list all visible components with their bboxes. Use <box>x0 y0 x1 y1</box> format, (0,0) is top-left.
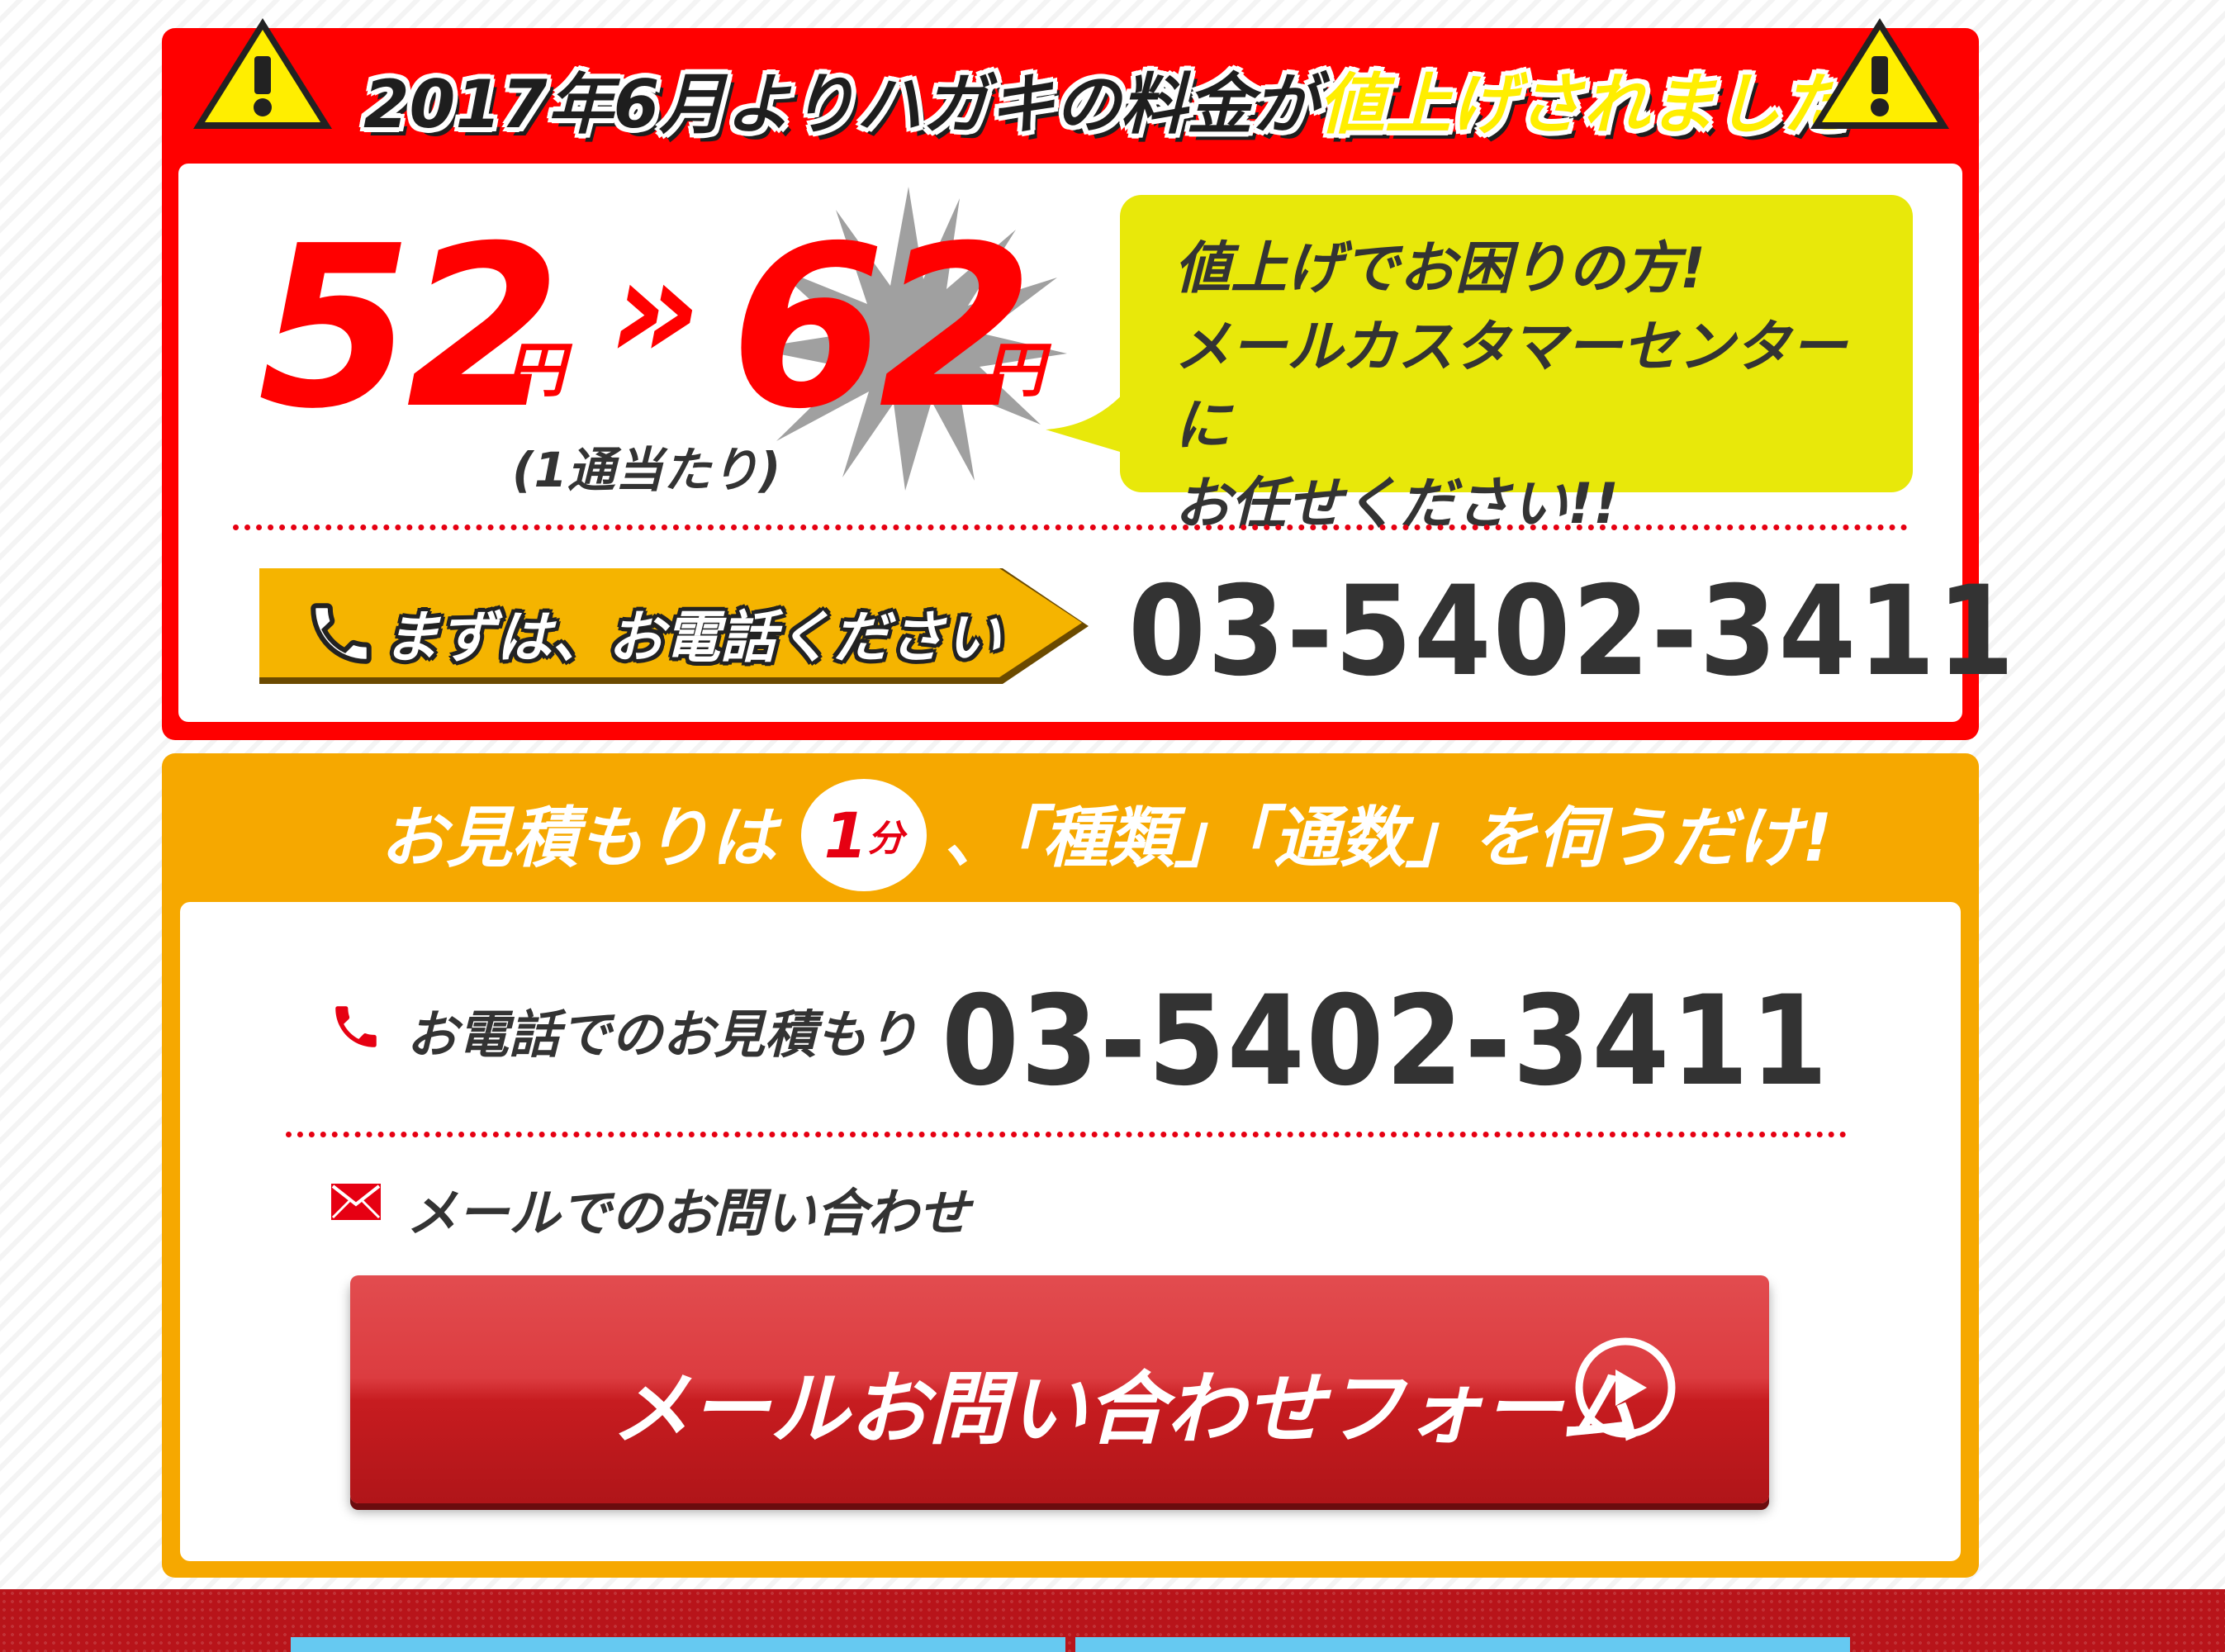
notice-title-highlight: 値上げされました <box>1318 66 1848 143</box>
one-minute-badge: 1分 <box>801 779 927 891</box>
phone-icon <box>304 596 378 674</box>
old-price: 52 <box>258 197 562 458</box>
divider <box>286 1132 1847 1137</box>
mail-inquiry-form-button-label[interactable]: メールお問い合わせフォーム <box>611 1345 1639 1460</box>
bubble-line-1: 値上げでお困りの方! <box>1174 236 1706 301</box>
tel-estimate-number[interactable]: 03-5402-3411 <box>942 980 1829 1104</box>
divider <box>233 525 1908 530</box>
phone-number[interactable]: 03-5402-3411 <box>1128 570 2016 694</box>
old-price-yen: 円 <box>505 335 566 405</box>
notice-title-prefix: 2017年6月よりハガキの料金が <box>363 66 1319 143</box>
bubble-line-3: お任せください!! <box>1174 472 1620 537</box>
badge-number: 1 <box>823 798 868 872</box>
mail-icon <box>330 1183 382 1224</box>
new-price: 62 <box>730 197 1034 458</box>
footer-tab-2[interactable] <box>1075 1637 1850 1652</box>
mail-inquiry-label: メールでのお問い合わせ <box>406 1183 970 1243</box>
new-price-yen: 円 <box>984 335 1045 405</box>
estimate-header-right: 、「種類」「通数」を伺うだけ! <box>943 800 1833 876</box>
warning-triangle-icon <box>188 12 337 135</box>
play-circle-icon[interactable] <box>1574 1336 1677 1442</box>
bubble-line-2: メールカスタマーセンターに <box>1174 315 1847 458</box>
phone-icon <box>329 999 383 1057</box>
tel-estimate-label: お電話でのお見積もり <box>406 1004 919 1065</box>
warning-triangle-icon <box>1805 12 1954 135</box>
notice-title: 2017年6月よりハガキの料金が値上げされました <box>363 51 1848 147</box>
call-tag-label: まずは、お電話ください <box>383 605 1002 671</box>
per-letter-note: (1通当たり) <box>512 442 781 498</box>
footer-tab-1[interactable] <box>291 1637 1065 1652</box>
estimate-header-left: お見積もりは <box>380 800 776 876</box>
arrow-icon: » <box>610 228 701 392</box>
bubble-message: 値上げでお困りの方! メールカスタマーセンターに お任せください!! <box>1174 230 1901 544</box>
badge-unit: 分 <box>867 818 904 860</box>
